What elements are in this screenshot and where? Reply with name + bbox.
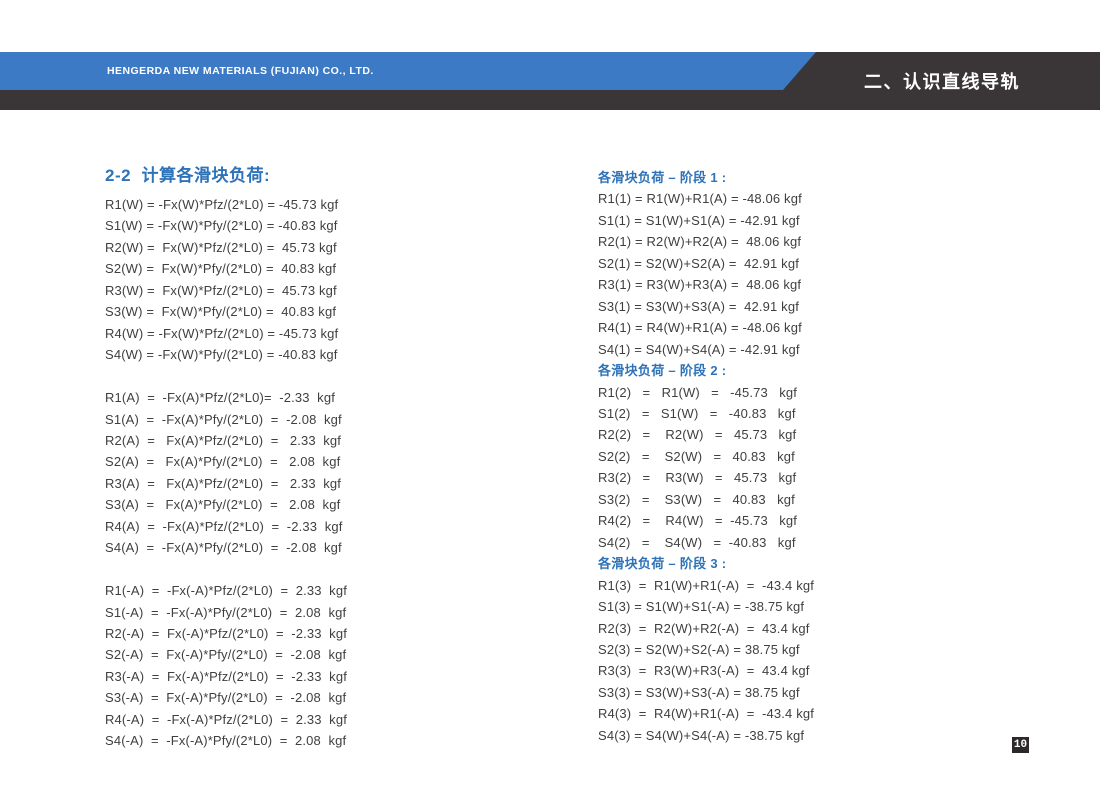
formula-line: S1(A) = -Fx(A)*Pfy/(2*L0) = -2.08 kgf	[105, 409, 347, 430]
formula-line: R1(1) = R1(W)+R1(A) = -48.06 kgf	[598, 188, 814, 209]
formula-line: S4(2) = S4(W) = -40.83 kgf	[598, 532, 814, 553]
formula-line: R1(-A) = -Fx(-A)*Pfz/(2*L0) = 2.33 kgf	[105, 580, 347, 601]
formula-line: R4(2) = R4(W) = -45.73 kgf	[598, 510, 814, 531]
formula-line: S3(3) = S3(W)+S3(-A) = 38.75 kgf	[598, 682, 814, 703]
formula-line: R3(3) = R3(W)+R3(-A) = 43.4 kgf	[598, 660, 814, 681]
formula-line: R4(1) = R4(W)+R1(A) = -48.06 kgf	[598, 317, 814, 338]
formula-line: S3(A) = Fx(A)*Pfy/(2*L0) = 2.08 kgf	[105, 494, 347, 515]
formula-line: S3(W) = Fx(W)*Pfy/(2*L0) = 40.83 kgf	[105, 301, 347, 322]
formula-line: S2(1) = S2(W)+S2(A) = 42.91 kgf	[598, 253, 814, 274]
formula-line: S2(-A) = Fx(-A)*Pfy/(2*L0) = -2.08 kgf	[105, 644, 347, 665]
formula-line: R4(W) = -Fx(W)*Pfz/(2*L0) = -45.73 kgf	[105, 323, 347, 344]
formula-line: S1(1) = S1(W)+S1(A) = -42.91 kgf	[598, 210, 814, 231]
formula-line: R4(3) = R4(W)+R1(-A) = -43.4 kgf	[598, 703, 814, 724]
formula-line: S3(1) = S3(W)+S3(A) = 42.91 kgf	[598, 296, 814, 317]
formula-line: R1(A) = -Fx(A)*Pfz/(2*L0)= -2.33 kgf	[105, 387, 347, 408]
formula-line: S2(W) = Fx(W)*Pfy/(2*L0) = 40.83 kgf	[105, 258, 347, 279]
section-title: 二、认识直线导轨	[864, 52, 1020, 110]
formula-line: R2(2) = R2(W) = 45.73 kgf	[598, 424, 814, 445]
company-name: HENGERDA NEW MATERIALS (FUJIAN) CO., LTD…	[107, 65, 374, 77]
formula-line: S1(W) = -Fx(W)*Pfy/(2*L0) = -40.83 kgf	[105, 215, 347, 236]
formula-line: S2(2) = S2(W) = 40.83 kgf	[598, 446, 814, 467]
formula-line: S4(3) = S4(W)+S4(-A) = -38.75 kgf	[598, 725, 814, 746]
block-gap	[105, 366, 347, 387]
formula-line: R2(W) = Fx(W)*Pfz/(2*L0) = 45.73 kgf	[105, 237, 347, 258]
formula-line: R3(-A) = Fx(-A)*Pfz/(2*L0) = -2.33 kgf	[105, 666, 347, 687]
formula-line: R3(2) = R3(W) = 45.73 kgf	[598, 467, 814, 488]
page-heading: 2-2 计算各滑块负荷:	[105, 161, 270, 186]
formula-line: S4(A) = -Fx(A)*Pfy/(2*L0) = -2.08 kgf	[105, 537, 347, 558]
formula-line: S4(W) = -Fx(W)*Pfy/(2*L0) = -40.83 kgf	[105, 344, 347, 365]
formula-line: R3(W) = Fx(W)*Pfz/(2*L0) = 45.73 kgf	[105, 280, 347, 301]
header-band: HENGERDA NEW MATERIALS (FUJIAN) CO., LTD…	[0, 52, 1100, 110]
block-gap	[105, 559, 347, 580]
formula-line: S2(A) = Fx(A)*Pfy/(2*L0) = 2.08 kgf	[105, 451, 347, 472]
formula-line: R3(1) = R3(W)+R3(A) = 48.06 kgf	[598, 274, 814, 295]
formula-line: R2(A) = Fx(A)*Pfz/(2*L0) = 2.33 kgf	[105, 430, 347, 451]
formula-line: S4(1) = S4(W)+S4(A) = -42.91 kgf	[598, 339, 814, 360]
formula-line: R2(-A) = Fx(-A)*Pfz/(2*L0) = -2.33 kgf	[105, 623, 347, 644]
page-number-badge: 10	[1012, 737, 1029, 753]
stage-heading: 各滑块负荷 – 阶段 2 :	[598, 360, 814, 381]
formula-line: S1(2) = S1(W) = -40.83 kgf	[598, 403, 814, 424]
formula-line: R2(1) = R2(W)+R2(A) = 48.06 kgf	[598, 231, 814, 252]
formula-line: R2(3) = R2(W)+R2(-A) = 43.4 kgf	[598, 618, 814, 639]
formula-line: S3(-A) = Fx(-A)*Pfy/(2*L0) = -2.08 kgf	[105, 687, 347, 708]
formula-line: S4(-A) = -Fx(-A)*Pfy/(2*L0) = 2.08 kgf	[105, 730, 347, 751]
formula-line: S1(-A) = -Fx(-A)*Pfy/(2*L0) = 2.08 kgf	[105, 602, 347, 623]
formula-line: R1(3) = R1(W)+R1(-A) = -43.4 kgf	[598, 575, 814, 596]
stage-heading: 各滑块负荷 – 阶段 1 :	[598, 167, 814, 188]
formula-line: R4(A) = -Fx(A)*Pfz/(2*L0) = -2.33 kgf	[105, 516, 347, 537]
left-formula-column: R1(W) = -Fx(W)*Pfz/(2*L0) = -45.73 kgf S…	[105, 194, 347, 752]
formula-line: S3(2) = S3(W) = 40.83 kgf	[598, 489, 814, 510]
formula-line: S1(3) = S1(W)+S1(-A) = -38.75 kgf	[598, 596, 814, 617]
stage-heading: 各滑块负荷 – 阶段 3 :	[598, 553, 814, 574]
formula-line: S2(3) = S2(W)+S2(-A) = 38.75 kgf	[598, 639, 814, 660]
formula-line: R1(W) = -Fx(W)*Pfz/(2*L0) = -45.73 kgf	[105, 194, 347, 215]
company-ribbon: HENGERDA NEW MATERIALS (FUJIAN) CO., LTD…	[0, 52, 816, 90]
right-stage-column: 各滑块负荷 – 阶段 1 : R1(1) = R1(W)+R1(A) = -48…	[598, 167, 814, 746]
formula-line: R4(-A) = -Fx(-A)*Pfz/(2*L0) = 2.33 kgf	[105, 709, 347, 730]
formula-line: R3(A) = Fx(A)*Pfz/(2*L0) = 2.33 kgf	[105, 473, 347, 494]
formula-line: R1(2) = R1(W) = -45.73 kgf	[598, 382, 814, 403]
